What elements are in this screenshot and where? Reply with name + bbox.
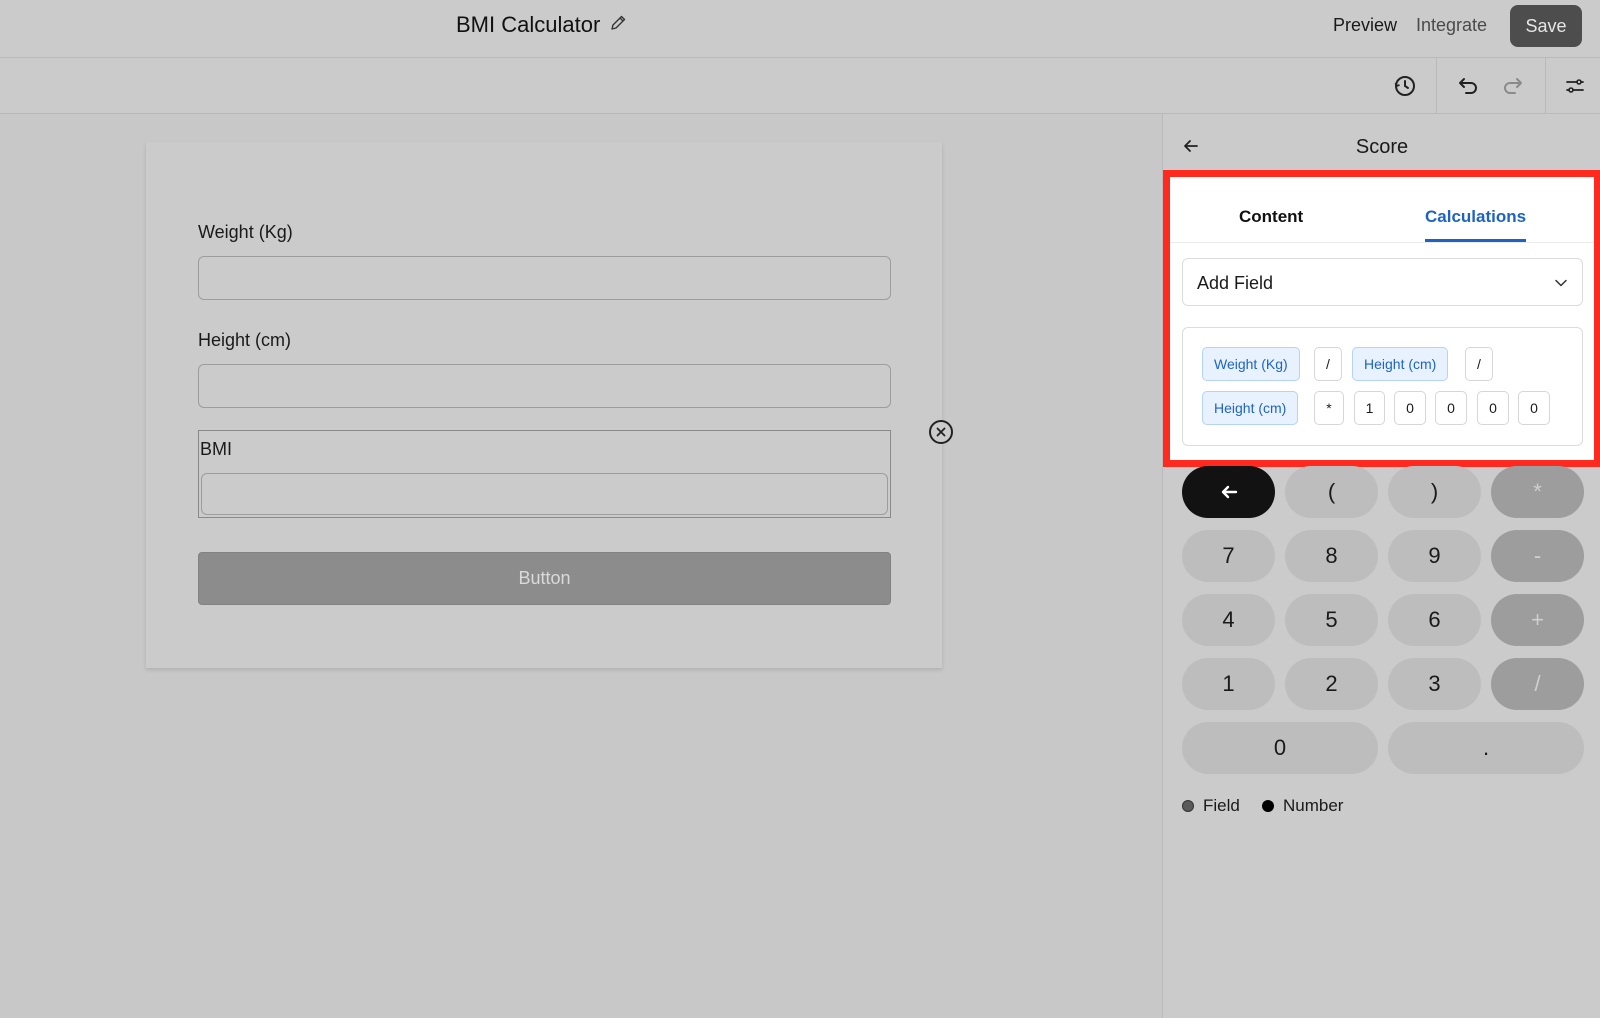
bmi-label: BMI (200, 439, 233, 459)
legend-number: Number (1262, 796, 1343, 816)
token-field[interactable]: Height (cm) (1352, 347, 1449, 381)
backspace-arrow-icon (1221, 485, 1237, 499)
token-operator[interactable]: / (1465, 347, 1493, 381)
token-field[interactable]: Height (cm) (1202, 391, 1299, 425)
token-operator[interactable]: * (1314, 391, 1344, 425)
key-8[interactable]: 8 (1285, 530, 1378, 582)
key-0[interactable]: 0 (1182, 722, 1378, 774)
legend-field: Field (1182, 796, 1240, 816)
history-icon[interactable] (1390, 71, 1420, 101)
top-bar: BMI Calculator Preview Integrate Save (0, 0, 1600, 58)
key-5[interactable]: 5 (1285, 594, 1378, 646)
key-9[interactable]: 9 (1388, 530, 1481, 582)
settings-sliders-icon[interactable] (1560, 71, 1590, 101)
key-3[interactable]: 3 (1388, 658, 1481, 710)
form-submit-button[interactable]: Button (198, 552, 891, 605)
key-open-paren[interactable]: ( (1285, 466, 1378, 518)
field-dot-icon (1182, 800, 1194, 812)
height-label: Height (cm) (198, 330, 292, 350)
token-number[interactable]: 0 (1518, 391, 1550, 425)
active-tab-indicator (1425, 239, 1526, 242)
editor-toolbar (0, 58, 1600, 114)
key-2[interactable]: 2 (1285, 658, 1378, 710)
redo-icon[interactable] (1498, 71, 1528, 101)
weight-input[interactable] (198, 256, 891, 300)
save-button[interactable]: Save (1510, 5, 1582, 47)
legend-field-label: Field (1203, 796, 1240, 815)
tab-content[interactable]: Content (1239, 207, 1303, 227)
key-multiply[interactable]: * (1491, 466, 1584, 518)
token-number[interactable]: 0 (1477, 391, 1509, 425)
formula-expression-box[interactable]: Weight (Kg) / Height (cm) / Height (cm) … (1182, 327, 1583, 446)
undo-icon[interactable] (1453, 71, 1483, 101)
token-number[interactable]: 0 (1435, 391, 1467, 425)
number-dot-icon (1262, 800, 1274, 812)
key-close-paren[interactable]: ) (1388, 466, 1481, 518)
add-field-label: Add Field (1197, 273, 1274, 293)
remove-field-close-icon[interactable] (929, 420, 953, 444)
key-divide[interactable]: / (1491, 658, 1584, 710)
key-plus[interactable]: + (1491, 594, 1584, 646)
integrate-link[interactable]: Integrate (1416, 15, 1487, 36)
toolbar-divider (1436, 58, 1437, 114)
panel-tabs: Content Calculations (1170, 177, 1594, 243)
add-field-dropdown[interactable]: Add Field (1182, 258, 1583, 306)
token-number[interactable]: 1 (1354, 391, 1385, 425)
tab-calculations[interactable]: Calculations (1425, 207, 1526, 227)
toolbar-divider (1545, 58, 1546, 114)
key-7[interactable]: 7 (1182, 530, 1275, 582)
key-1[interactable]: 1 (1182, 658, 1275, 710)
bmi-input[interactable] (201, 473, 888, 515)
token-number[interactable]: 0 (1394, 391, 1426, 425)
legend-number-label: Number (1283, 796, 1344, 815)
edit-title-pencil-icon[interactable] (608, 13, 628, 38)
weight-label: Weight (Kg) (198, 222, 293, 242)
backspace-key[interactable] (1182, 466, 1275, 518)
panel-title: Score (1355, 136, 1409, 158)
key-minus[interactable]: - (1491, 530, 1584, 582)
chevron-down-icon (1555, 279, 1567, 287)
height-input[interactable] (198, 364, 891, 408)
calculations-section-highlight: Content Calculations Add Field Weight (K… (1163, 170, 1600, 467)
token-field[interactable]: Weight (Kg) (1202, 347, 1300, 381)
key-decimal[interactable]: . (1388, 722, 1584, 774)
page-title: BMI Calculator (456, 12, 601, 37)
preview-link[interactable]: Preview (1333, 15, 1397, 36)
bmi-field-selected[interactable]: BMI (198, 420, 953, 518)
title-area: BMI Calculator (456, 12, 628, 38)
form-preview-card: Weight (Kg) Height (cm) BMI Button (146, 142, 953, 668)
key-4[interactable]: 4 (1182, 594, 1275, 646)
token-operator[interactable]: / (1314, 347, 1342, 381)
key-6[interactable]: 6 (1388, 594, 1481, 646)
